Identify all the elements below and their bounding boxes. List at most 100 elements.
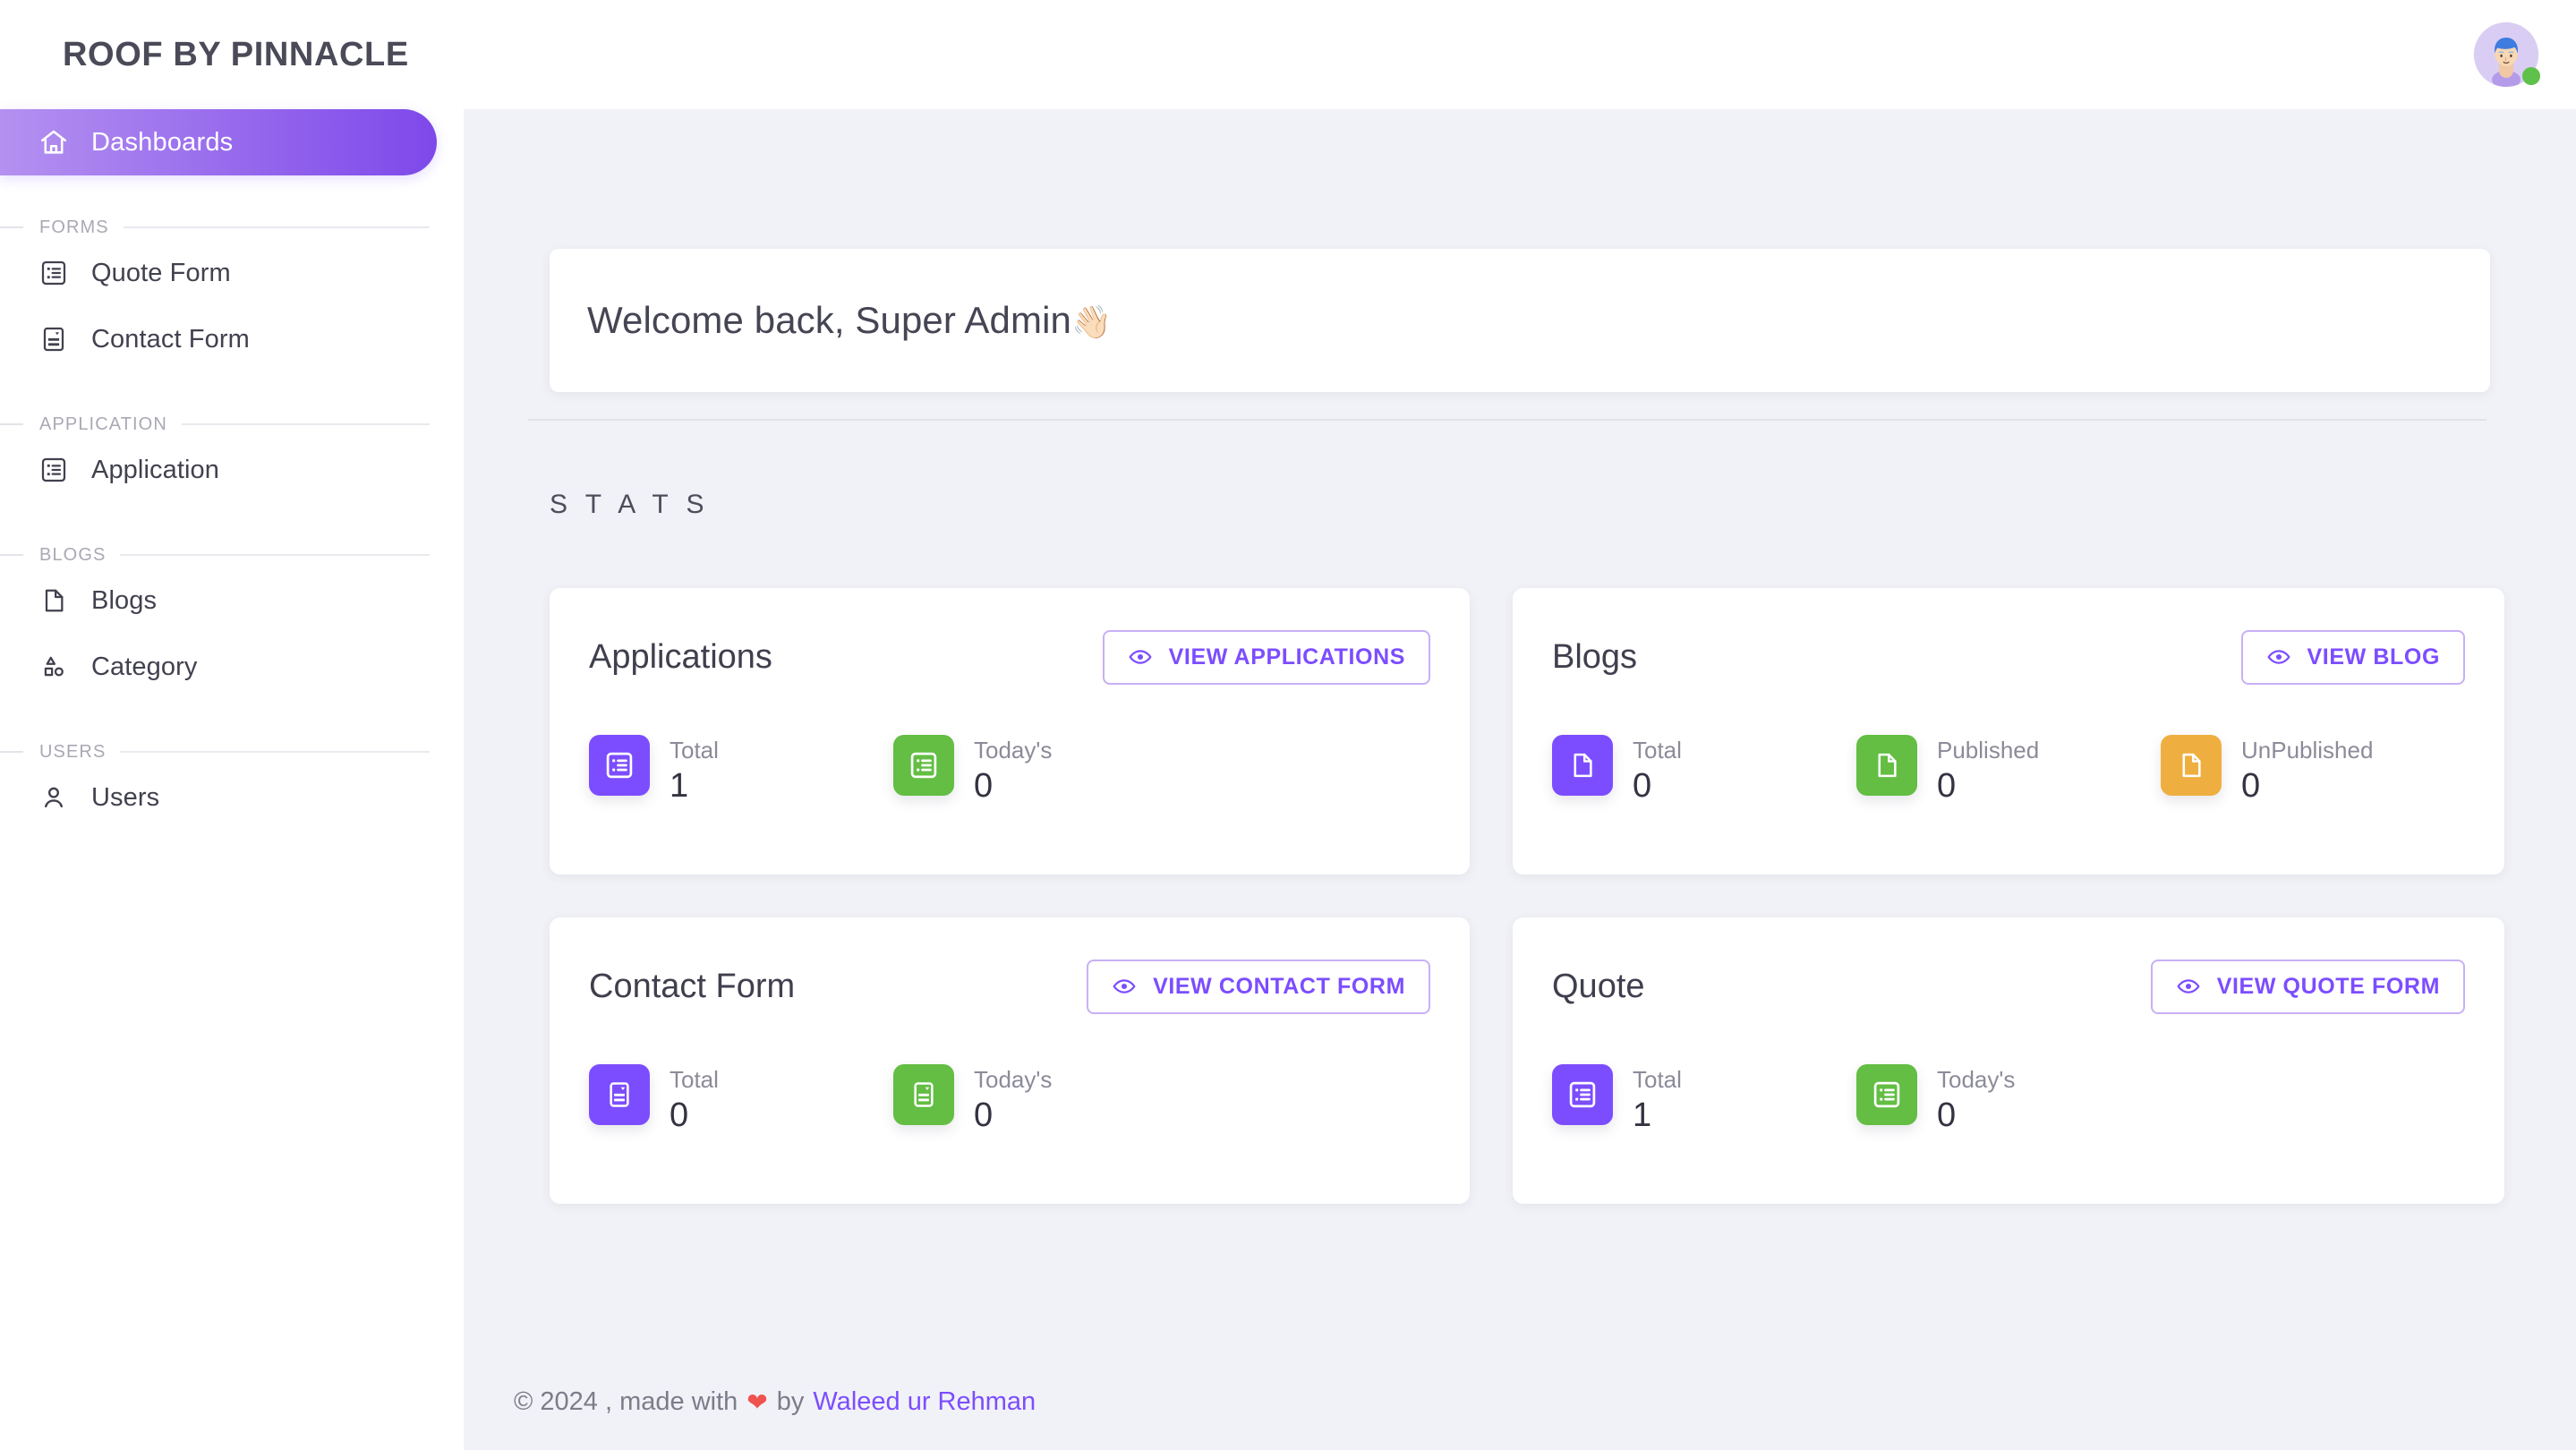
sidebar-item-quote-form[interactable]: Quote Form — [0, 240, 464, 306]
avatar[interactable] — [2474, 22, 2540, 87]
metric-total: Total 0 — [1552, 735, 1856, 806]
file-icon — [1856, 735, 1917, 796]
sidebar-item-dashboards-wrap: Dashboards — [0, 109, 464, 175]
footer-copyright: © 2024 , made with — [514, 1386, 738, 1416]
metric-label: UnPublished — [2241, 737, 2374, 763]
sidebar-item-users-label: Users — [91, 782, 160, 812]
metric-value: 0 — [670, 1096, 689, 1134]
metric-value: 1 — [1633, 1096, 1652, 1134]
sidebar-item-blogs-label: Blogs — [91, 585, 158, 615]
card-title: Contact Form — [589, 967, 796, 1005]
section-dash-right — [123, 226, 430, 228]
brand[interactable]: ROOF BY PINNACLE — [0, 0, 464, 109]
sidebar-section-blogs-label: BLOGS — [39, 544, 107, 565]
section-dash-right — [120, 554, 430, 556]
metric-value: 0 — [974, 767, 994, 805]
dashboard-page: ROOF BY PINNACLE Dashboards FORMS Quote … — [0, 0, 2576, 1450]
sidebar-section-forms-label: FORMS — [39, 217, 109, 237]
status-online-dot — [2522, 67, 2540, 85]
metric-todays: Today's 0 — [1856, 1064, 2161, 1135]
stat-card-quote: Quote VIEW QUOTE FORM Total 1 Today's 0 — [1513, 917, 2504, 1204]
metric-label: Total — [670, 1066, 719, 1093]
author-link[interactable]: Waleed ur Rehman — [813, 1387, 1036, 1417]
card-metrics: Total 1 Today's 0 — [1552, 1064, 2465, 1135]
view-applications-button[interactable]: VIEW APPLICATIONS — [1102, 629, 1430, 685]
sidebar-item-users[interactable]: Users — [0, 764, 464, 831]
sidebar-item-contact-form-label: Contact Form — [91, 324, 250, 354]
stat-card-applications: Applications VIEW APPLICATIONS Total 1 T… — [550, 588, 1470, 874]
shapes-icon — [38, 651, 70, 683]
metric-total: Total 1 — [589, 735, 893, 806]
card-header: Applications VIEW APPLICATIONS — [589, 626, 1430, 688]
list-box-icon — [589, 735, 650, 796]
footer-by: by — [776, 1386, 805, 1416]
sidebar-section-users-label: USERS — [39, 741, 107, 762]
metric-label: Total — [1633, 1066, 1682, 1093]
section-dash-left — [0, 554, 23, 556]
list-box-icon — [893, 735, 954, 796]
sidebar-item-category[interactable]: Category — [0, 634, 464, 700]
list-box-icon — [1552, 1064, 1613, 1125]
sidebar-section-forms: FORMS — [0, 215, 464, 240]
sidebar-section-application: APPLICATION — [0, 412, 464, 437]
sidebar-section-users: USERS — [0, 739, 464, 764]
eye-icon — [1128, 644, 1153, 670]
stats-grid: Applications VIEW APPLICATIONS Total 1 T… — [550, 588, 2504, 1204]
file-icon — [1552, 735, 1613, 796]
metric-value: 0 — [1937, 1096, 1957, 1134]
view-blog-button[interactable]: VIEW BLOG — [2240, 629, 2465, 685]
card-header: Contact Form VIEW CONTACT FORM — [589, 955, 1430, 1018]
metric-label: Today's — [974, 1066, 1053, 1093]
view-contact-form-button[interactable]: VIEW CONTACT FORM — [1087, 959, 1430, 1014]
file-icon — [38, 584, 70, 617]
section-dash-left — [0, 423, 23, 425]
sidebar-section-application-label: APPLICATION — [39, 414, 167, 434]
card-metrics: Total 0 Today's 0 — [589, 1064, 1430, 1135]
metric-value: 0 — [2241, 767, 2261, 805]
card-header: Quote VIEW QUOTE FORM — [1552, 955, 2465, 1018]
metric-label: Today's — [974, 737, 1053, 763]
list-box-icon — [38, 454, 70, 486]
view-applications-button-label: VIEW APPLICATIONS — [1168, 644, 1405, 670]
section-dash-left — [0, 751, 23, 753]
sidebar-item-dashboards-label: Dashboards — [91, 127, 234, 157]
metric-label: Total — [1633, 737, 1682, 763]
card-title: Quote — [1552, 967, 1645, 1005]
page-title: S T A T S — [550, 490, 710, 519]
metric-unpublished: UnPublished 0 — [2161, 735, 2465, 806]
section-dash-right — [181, 423, 430, 425]
metric-total: Total 0 — [589, 1064, 893, 1135]
view-contact-form-button-label: VIEW CONTACT FORM — [1153, 973, 1405, 999]
eye-icon — [2266, 644, 2291, 670]
card-title: Applications — [589, 637, 772, 676]
sidebar-item-blogs[interactable]: Blogs — [0, 567, 464, 634]
sidebar-item-dashboards[interactable]: Dashboards — [0, 109, 437, 175]
heart-icon: ❤ — [746, 1387, 768, 1416]
card-metrics: Total 0 Published 0 UnPublished 0 — [1552, 735, 2465, 806]
section-divider — [528, 419, 2486, 421]
metric-value: 0 — [974, 1096, 994, 1134]
metric-todays: Today's 0 — [893, 735, 1198, 806]
home-icon — [38, 126, 70, 158]
form-document-icon — [589, 1064, 650, 1125]
metric-value: 0 — [1633, 767, 1652, 805]
sidebar: ROOF BY PINNACLE Dashboards FORMS Quote … — [0, 0, 464, 1450]
topbar — [464, 0, 2576, 109]
welcome-message: Welcome back, Super Admin👋🏻 — [587, 299, 1112, 342]
main-area: Welcome back, Super Admin👋🏻 S T A T S Ap… — [464, 0, 2576, 1450]
eye-icon — [1112, 974, 1137, 999]
sidebar-item-application-label: Application — [91, 455, 219, 484]
footer: © 2024 , made with ❤ by Waleed ur Rehman — [464, 1353, 2576, 1450]
waving-hand-icon: 👋🏻 — [1070, 303, 1112, 340]
view-quote-form-button[interactable]: VIEW QUOTE FORM — [2150, 959, 2465, 1014]
sidebar-item-quote-form-label: Quote Form — [91, 258, 231, 287]
metric-label: Published — [1937, 737, 2040, 763]
metric-label: Total — [670, 737, 719, 763]
sidebar-item-contact-form[interactable]: Contact Form — [0, 306, 464, 372]
list-box-icon — [38, 257, 70, 289]
card-metrics: Total 1 Today's 0 — [589, 735, 1430, 806]
card-header: Blogs VIEW BLOG — [1552, 626, 2465, 688]
metric-published: Published 0 — [1856, 735, 2161, 806]
sidebar-item-application[interactable]: Application — [0, 437, 464, 503]
sidebar-item-category-label: Category — [91, 652, 198, 681]
